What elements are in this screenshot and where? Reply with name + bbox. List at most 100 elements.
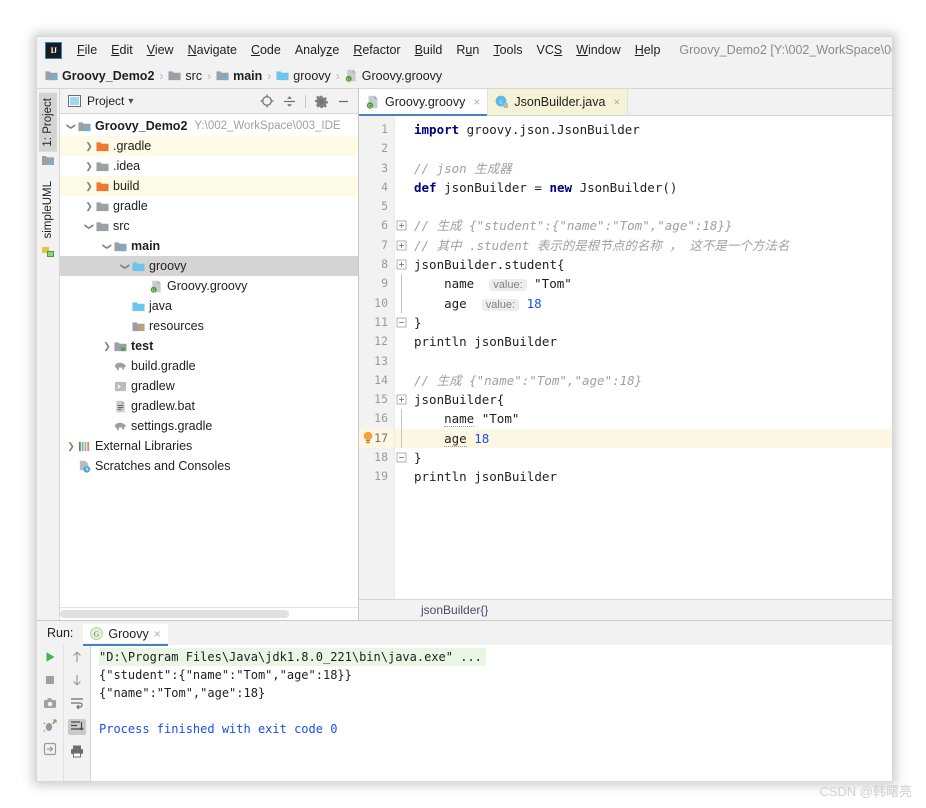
settings-gear-icon[interactable] <box>315 95 328 108</box>
breadcrumb-item-main[interactable]: main <box>216 69 262 83</box>
locate-icon[interactable] <box>260 94 274 108</box>
tree-node-test[interactable]: ❯ test <box>60 336 358 356</box>
code-folding-column[interactable] <box>395 116 409 599</box>
fold-marker-line-11[interactable] <box>395 313 409 332</box>
menu-item-vcs[interactable]: VCS <box>530 40 570 60</box>
code-line-6[interactable]: // 生成 {"student":{"name":"Tom","age":18}… <box>409 216 892 235</box>
chevron-right-icon[interactable]: ❯ <box>82 181 96 192</box>
menu-item-analyze[interactable]: Analyze <box>288 40 346 60</box>
run-console-output[interactable]: "D:\Program Files\Java\jdk1.8.0_221\bin\… <box>91 645 892 781</box>
chevron-right-icon[interactable]: ❯ <box>82 141 96 152</box>
tree-node-groovy-demo2[interactable]: ❯ Groovy_Demo2 Y:\002_WorkSpace\003_IDE <box>60 116 358 136</box>
fold-marker-line-18[interactable] <box>395 448 409 467</box>
fold-marker-line-16[interactable] <box>395 409 409 429</box>
project-tree[interactable]: ❯ Groovy_Demo2 Y:\002_WorkSpace\003_IDE ❯ .g… <box>60 114 358 607</box>
tree-node--gradle[interactable]: ❯ .gradle <box>60 136 358 156</box>
menu-item-edit[interactable]: Edit <box>104 40 140 60</box>
fold-marker-line-3[interactable] <box>395 159 409 178</box>
scroll-up-icon[interactable] <box>70 650 84 664</box>
breadcrumb-item-groovy-groovy[interactable]: G Groovy.groovy <box>345 69 442 83</box>
code-line-17[interactable]: age 18 <box>409 428 892 449</box>
fold-marker-line-2[interactable] <box>395 139 409 158</box>
code-line-9[interactable]: name value: "Tom" <box>409 274 892 293</box>
run-icon[interactable] <box>43 650 57 664</box>
rerun-icon[interactable] <box>43 742 57 756</box>
intention-bulb-icon[interactable] <box>362 431 374 443</box>
menu-item-file[interactable]: File <box>70 40 104 60</box>
soft-wrap-icon[interactable] <box>70 696 84 710</box>
menu-item-tools[interactable]: Tools <box>486 40 529 60</box>
chevron-right-icon[interactable]: ❯ <box>82 201 96 212</box>
fold-marker-line-4[interactable] <box>395 178 409 197</box>
scroll-to-end-icon[interactable] <box>68 719 86 735</box>
tree-node-gradlew-bat[interactable]: gradlew.bat <box>60 396 358 416</box>
editor-tab-groovy-groovy[interactable]: G Groovy.groovy × <box>359 89 489 116</box>
fold-marker-line-7[interactable] <box>395 236 409 255</box>
code-line-3[interactable]: // json 生成器 <box>409 159 892 178</box>
stop-icon[interactable] <box>43 673 57 687</box>
tree-node-build-gradle[interactable]: build.gradle <box>60 356 358 376</box>
code-line-1[interactable]: import groovy.json.JsonBuilder <box>409 120 892 139</box>
tree-node-scratches-and-consoles[interactable]: Scratches and Consoles <box>60 456 358 476</box>
fold-marker-line-15[interactable] <box>395 390 409 409</box>
hide-panel-icon[interactable] <box>337 95 350 108</box>
fold-marker-line-9[interactable] <box>395 274 409 294</box>
tree-node-groovy-groovy[interactable]: G Groovy.groovy <box>60 276 358 296</box>
code-line-18[interactable]: } <box>409 448 892 467</box>
chevron-right-icon[interactable]: ❯ <box>100 341 114 352</box>
fold-marker-line-14[interactable] <box>395 371 409 390</box>
fold-marker-line-13[interactable] <box>395 352 409 371</box>
code-line-15[interactable]: jsonBuilder{ <box>409 390 892 409</box>
menu-item-navigate[interactable]: Navigate <box>181 40 244 60</box>
code-line-11[interactable]: } <box>409 313 892 332</box>
tree-node-java[interactable]: java <box>60 296 358 316</box>
run-configuration-tab[interactable]: G Groovy × <box>83 623 169 646</box>
code-line-7[interactable]: // 其中 .student 表示的是根节点的名称 ， 这不是一个方法名 <box>409 236 892 255</box>
chevron-down-icon[interactable]: ❯ <box>118 261 132 272</box>
tree-node-src[interactable]: ❯ src <box>60 216 358 236</box>
print-icon[interactable] <box>70 744 84 758</box>
breadcrumb-item-groovy-demo2[interactable]: Groovy_Demo2 <box>45 69 154 83</box>
code-line-8[interactable]: jsonBuilder.student{ <box>409 255 892 274</box>
chevron-down-icon[interactable]: ❯ <box>82 221 96 232</box>
fold-marker-line-1[interactable] <box>395 120 409 139</box>
close-icon[interactable]: × <box>473 95 480 109</box>
menu-item-window[interactable]: Window <box>569 40 627 60</box>
tree-node-gradlew[interactable]: gradlew <box>60 376 358 396</box>
chevron-right-icon[interactable]: ❯ <box>82 161 96 172</box>
code-line-14[interactable]: // 生成 {"name":"Tom","age":18} <box>409 371 892 390</box>
tree-node-build[interactable]: ❯ build <box>60 176 358 196</box>
code-line-13[interactable] <box>409 352 892 371</box>
editor-tab-jsonbuilder-java[interactable]: c JsonBuilder.java × <box>488 89 629 115</box>
fold-marker-line-5[interactable] <box>395 197 409 216</box>
code-editor[interactable]: 1 2 3 4 5 6 7 8 9 10 11 12 13 14 15 16 17 18 19 import gro… <box>359 116 892 599</box>
code-line-16[interactable]: name "Tom" <box>409 409 892 428</box>
menu-item-code[interactable]: Code <box>244 40 288 60</box>
collapse-all-icon[interactable] <box>283 95 296 108</box>
code-line-2[interactable] <box>409 139 892 158</box>
debug-icon[interactable] <box>43 719 57 733</box>
code-line-12[interactable]: println jsonBuilder <box>409 332 892 351</box>
tree-node-external-libraries[interactable]: ❯ External Libraries <box>60 436 358 456</box>
fold-marker-line-10[interactable] <box>395 293 409 313</box>
menu-item-run[interactable]: Run <box>449 40 486 60</box>
tree-node-groovy[interactable]: ❯ groovy <box>60 256 358 276</box>
menu-item-build[interactable]: Build <box>408 40 450 60</box>
breadcrumb-item-src[interactable]: src <box>168 69 202 83</box>
tree-node-gradle[interactable]: ❯ gradle <box>60 196 358 216</box>
tree-node-main[interactable]: ❯ main <box>60 236 358 256</box>
code-line-5[interactable] <box>409 197 892 216</box>
menu-item-refactor[interactable]: Refactor <box>346 40 407 60</box>
fold-marker-line-17[interactable] <box>395 428 409 449</box>
code-line-10[interactable]: age value: 18 <box>409 294 892 313</box>
chevron-down-icon[interactable]: ❯ <box>100 241 114 252</box>
tree-node-settings-gradle[interactable]: settings.gradle <box>60 416 358 436</box>
screenshot-icon[interactable] <box>43 696 57 710</box>
menu-item-help[interactable]: Help <box>628 40 668 60</box>
code-line-4[interactable]: def jsonBuilder = new JsonBuilder() <box>409 178 892 197</box>
code-line-19[interactable]: println jsonBuilder <box>409 467 892 486</box>
project-panel-dropdown-caret[interactable]: ▾ <box>128 96 133 107</box>
chevron-down-icon[interactable]: ❯ <box>64 121 78 132</box>
chevron-right-icon[interactable]: ❯ <box>64 441 78 452</box>
close-icon[interactable]: × <box>154 627 161 641</box>
